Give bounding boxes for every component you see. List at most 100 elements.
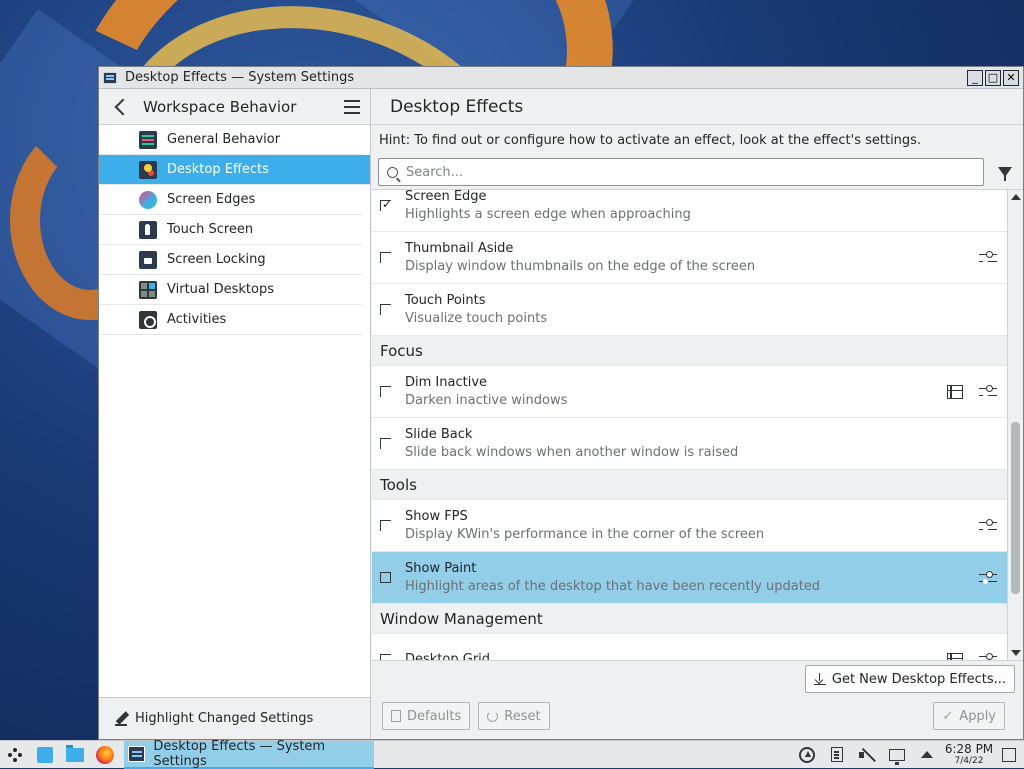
clipboard-tray-button[interactable] xyxy=(822,741,852,769)
scroll-down-arrow-icon[interactable] xyxy=(1011,650,1021,656)
reset-label: Reset xyxy=(504,708,541,724)
video-icon[interactable] xyxy=(947,652,963,660)
launcher-icon xyxy=(8,747,22,762)
window-titlebar[interactable]: Desktop Effects — System Settings _ □ ✕ xyxy=(99,67,1023,89)
effect-actions xyxy=(979,570,997,586)
hint-text: Hint: To find out or configure how to ac… xyxy=(379,132,922,148)
updates-tray-button[interactable] xyxy=(792,741,822,769)
network-tray-button[interactable] xyxy=(882,741,912,769)
digital-clock[interactable]: 6:28 PM 7/4/22 xyxy=(942,743,996,767)
application-launcher-button[interactable] xyxy=(0,741,30,769)
chevron-up-icon xyxy=(921,751,933,758)
file-manager-button[interactable] xyxy=(60,741,90,769)
effect-row[interactable]: Touch Points Visualize touch points xyxy=(372,284,1007,336)
effect-row[interactable]: Slide Back Slide back windows when anothe… xyxy=(372,418,1007,470)
section-header: Window Management xyxy=(372,604,1007,634)
taskbar: Desktop Effects — System Settings 6:28 P… xyxy=(0,738,1024,769)
folder-icon xyxy=(66,744,84,762)
configure-icon[interactable] xyxy=(979,652,997,661)
effect-row[interactable]: Thumbnail Aside Display window thumbnails… xyxy=(372,232,1007,284)
desktop-effects-icon xyxy=(139,160,157,179)
scroll-up-arrow-icon[interactable] xyxy=(1011,194,1021,200)
sidebar-item-activities[interactable]: Activities xyxy=(99,305,362,335)
virtual-desktops-icon xyxy=(139,280,157,299)
effect-name: Dim Inactive xyxy=(405,374,488,390)
effect-name: Show Paint xyxy=(405,560,477,576)
main-panel: Desktop Effects Hint: To find out or con… xyxy=(372,89,1023,739)
firefox-icon xyxy=(96,745,114,764)
minimize-button[interactable]: _ xyxy=(967,69,983,86)
effect-checkbox[interactable] xyxy=(380,252,391,263)
volume-muted-icon xyxy=(859,748,875,762)
filter-icon[interactable] xyxy=(998,167,1012,181)
effect-checkbox[interactable] xyxy=(380,654,391,660)
sidebar-item-label: Screen Edges xyxy=(167,192,256,207)
tray-expand-button[interactable] xyxy=(912,741,942,769)
back-arrow-icon[interactable] xyxy=(114,98,132,115)
sidebar-item-desktop-effects[interactable]: Desktop Effects xyxy=(99,155,370,185)
scrollbar-thumb[interactable] xyxy=(1011,422,1020,594)
sidebar: Workspace Behavior General Behavior Desk… xyxy=(99,89,371,739)
sidebar-item-screen-locking[interactable]: Screen Locking xyxy=(99,245,362,275)
effect-row[interactable]: Dim Inactive Darken inactive windows xyxy=(372,366,1007,418)
hamburger-menu-icon[interactable] xyxy=(344,99,360,114)
effects-list: Screen Edge Highlights a screen edge when… xyxy=(372,189,1023,661)
effect-text: Slide Back Slide back windows when anothe… xyxy=(405,426,997,462)
effect-checkbox[interactable] xyxy=(380,572,391,583)
general-behavior-icon xyxy=(139,130,157,149)
effect-checkbox[interactable] xyxy=(380,520,391,531)
touch-screen-icon xyxy=(139,220,157,239)
effect-name: Touch Points xyxy=(405,292,486,308)
effect-checkbox[interactable] xyxy=(380,304,391,315)
volume-tray-button[interactable] xyxy=(852,741,882,769)
bottom-buttons: Defaults Reset xyxy=(382,702,558,730)
system-settings-icon xyxy=(103,71,117,84)
effect-name: Desktop Grid xyxy=(405,651,491,661)
sidebar-item-general-behavior[interactable]: General Behavior xyxy=(99,125,362,155)
maximize-button[interactable]: □ xyxy=(985,69,1001,86)
effects-scrollbar[interactable] xyxy=(1007,190,1023,660)
defaults-label: Defaults xyxy=(407,708,462,724)
apply-button[interactable]: ✓ Apply xyxy=(933,702,1005,730)
clipboard-icon xyxy=(831,747,843,762)
configure-icon[interactable] xyxy=(979,518,997,534)
screen-edges-icon xyxy=(139,190,157,209)
taskbar-task-system-settings[interactable]: Desktop Effects — System Settings xyxy=(124,738,374,769)
effect-checkbox[interactable] xyxy=(380,438,391,449)
search-input[interactable]: Search... xyxy=(378,158,984,186)
firefox-button[interactable] xyxy=(90,741,120,769)
reset-button[interactable]: Reset xyxy=(478,702,550,730)
get-new-desktop-effects-button[interactable]: Get New Desktop Effects... xyxy=(804,665,1015,693)
effect-row[interactable]: Show FPS Display KWin's performance in th… xyxy=(372,500,1007,552)
checkmark-icon: ✓ xyxy=(942,708,954,724)
effect-row[interactable]: Show Paint Highlight areas of the desktop… xyxy=(372,552,1007,604)
sidebar-item-touch-screen[interactable]: Touch Screen xyxy=(99,215,362,245)
window-title: Desktop Effects — System Settings xyxy=(125,70,355,85)
sidebar-item-label: Desktop Effects xyxy=(167,162,269,177)
sidebar-item-label: Screen Locking xyxy=(167,252,266,267)
sidebar-item-virtual-desktops[interactable]: Virtual Desktops xyxy=(99,275,362,305)
discover-button[interactable] xyxy=(30,741,60,769)
configure-icon[interactable] xyxy=(979,384,997,400)
effect-row[interactable]: Desktop Grid xyxy=(372,634,1007,661)
sidebar-item-label: Virtual Desktops xyxy=(167,282,274,297)
effect-checkbox[interactable] xyxy=(380,200,391,211)
configure-icon[interactable] xyxy=(979,570,997,586)
defaults-button[interactable]: Defaults xyxy=(382,702,471,730)
highlight-changed-settings-button[interactable]: Highlight Changed Settings xyxy=(99,697,370,739)
search-icon xyxy=(387,166,398,178)
configure-icon[interactable] xyxy=(979,250,997,266)
effect-description: Display window thumbnails on the edge of… xyxy=(405,258,756,274)
screen-locking-icon xyxy=(139,250,157,269)
task-label: Desktop Effects — System Settings xyxy=(153,738,326,769)
sidebar-item-screen-edges[interactable]: Screen Edges xyxy=(99,185,362,215)
effect-row[interactable]: Screen Edge Highlights a screen edge when… xyxy=(372,190,1007,232)
show-desktop-icon[interactable] xyxy=(1002,747,1016,762)
video-icon[interactable] xyxy=(947,384,963,399)
close-button[interactable]: ✕ xyxy=(1003,69,1019,86)
effect-checkbox[interactable] xyxy=(380,386,391,397)
sidebar-header: Workspace Behavior xyxy=(99,89,370,125)
effect-description: Highlight areas of the desktop that have… xyxy=(405,578,821,594)
activities-icon xyxy=(139,310,157,329)
sidebar-item-label: General Behavior xyxy=(167,132,281,147)
